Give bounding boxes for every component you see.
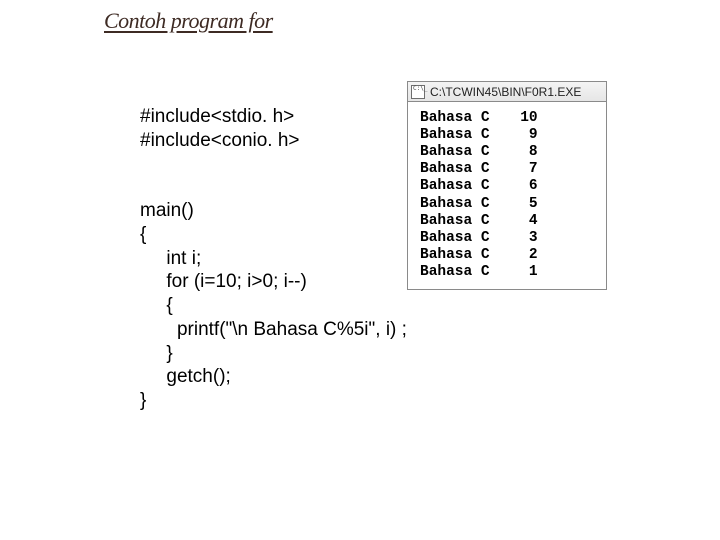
code-line: main() (140, 200, 194, 221)
console-line: Bahasa C10 (420, 110, 596, 127)
code-line: { (140, 295, 173, 316)
console-titlebar: C:\TCWIN45\BIN\F0R1.EXE (407, 81, 607, 101)
console-line: Bahasa C5 (420, 196, 596, 213)
console-line: Bahasa C2 (420, 247, 596, 264)
code-line: } (140, 390, 146, 411)
code-line: printf("\n Bahasa C%5i", i) ; (140, 319, 407, 340)
code-listing: #include<stdio. h> #include<conio. h> ma… (140, 81, 407, 437)
code-line: { (140, 224, 146, 245)
slide-title: Contoh program for (104, 8, 273, 34)
code-line: for (i=10; i>0; i--) (140, 271, 307, 292)
console-line: Bahasa C6 (420, 178, 596, 195)
code-line: int i; (140, 248, 201, 269)
console-line: Bahasa C8 (420, 144, 596, 161)
code-line: #include<stdio. h> (140, 106, 294, 127)
code-line: #include<conio. h> (140, 130, 300, 151)
console-window: C:\TCWIN45\BIN\F0R1.EXE Bahasa C10 Bahas… (407, 81, 607, 290)
console-line: Bahasa C7 (420, 161, 596, 178)
code-line: } (140, 343, 173, 364)
console-title-text: C:\TCWIN45\BIN\F0R1.EXE (430, 85, 581, 99)
console-output: Bahasa C10 Bahasa C9 Bahasa C8 Bahasa C7… (407, 101, 607, 290)
code-line: getch(); (140, 366, 231, 387)
console-line: Bahasa C4 (420, 213, 596, 230)
console-line: Bahasa C9 (420, 127, 596, 144)
console-icon (411, 85, 425, 99)
console-line: Bahasa C1 (420, 264, 596, 281)
console-line: Bahasa C3 (420, 230, 596, 247)
